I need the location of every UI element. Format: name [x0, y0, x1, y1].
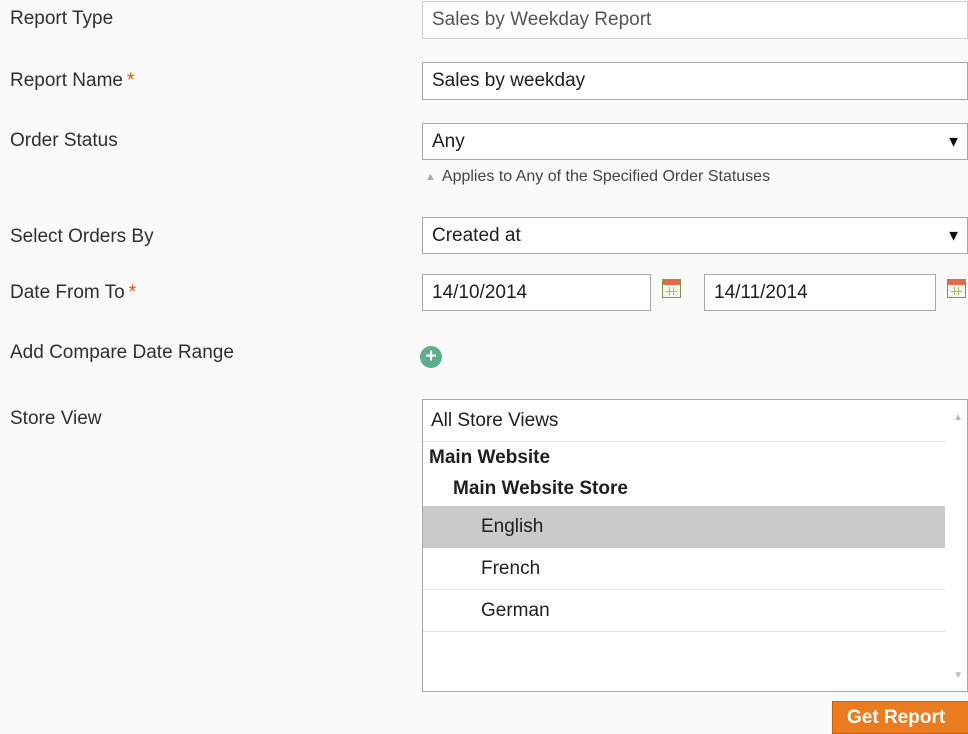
- date-from-value: 14/10/2014: [432, 281, 528, 303]
- store-option-label: German: [481, 599, 550, 621]
- store-group-main-website: Main Website: [423, 443, 945, 473]
- scroll-down-icon[interactable]: ▼: [953, 670, 963, 681]
- date-from-input[interactable]: 14/10/2014: [422, 274, 651, 311]
- report-type-label-text: Report Type: [10, 8, 114, 29]
- select-orders-by-value: Created at: [432, 224, 521, 246]
- store-view-multiselect[interactable]: All Store Views Main Website Main Websit…: [422, 399, 968, 692]
- store-group-label: Main Website Store: [453, 478, 628, 499]
- select-orders-by-select[interactable]: Created at ▼: [422, 217, 968, 254]
- date-to-input[interactable]: 14/11/2014: [704, 274, 936, 311]
- triangle-up-icon: ▲: [425, 171, 436, 183]
- calendar-icon[interactable]: [662, 279, 681, 298]
- order-status-hint-text: Applies to Any of the Specified Order St…: [441, 168, 771, 185]
- report-type-value: Sales by Weekday Report: [432, 9, 652, 30]
- store-option-label: English: [481, 516, 544, 537]
- report-form: Report Type Sales by Weekday Report Repo…: [0, 0, 968, 734]
- report-type-label: Report Type: [10, 8, 113, 30]
- scroll-up-icon[interactable]: ▲: [953, 412, 963, 423]
- select-orders-by-label-text: Select Orders By: [10, 226, 154, 247]
- get-report-button[interactable]: Get Report: [832, 701, 968, 734]
- calendar-icon[interactable]: [947, 279, 966, 298]
- plus-icon: +: [425, 346, 437, 367]
- store-option-french[interactable]: French: [423, 548, 945, 590]
- report-name-input[interactable]: Sales by weekday: [422, 62, 968, 100]
- date-from-to-label-text: Date From To: [10, 282, 125, 303]
- order-status-label-text: Order Status: [10, 130, 118, 151]
- store-option-all[interactable]: All Store Views: [423, 400, 945, 442]
- select-orders-by-label: Select Orders By: [10, 226, 154, 248]
- order-status-hint: ▲ Applies to Any of the Specified Order S…: [425, 168, 770, 186]
- store-view-label-text: Store View: [10, 408, 102, 429]
- date-to-value: 14/11/2014: [714, 281, 808, 303]
- store-option-german[interactable]: German: [423, 590, 945, 632]
- date-from-to-label: Date From To *: [10, 282, 136, 304]
- add-compare-label: Add Compare Date Range: [10, 342, 234, 364]
- report-name-label: Report Name *: [10, 70, 134, 92]
- report-name-label-text: Report Name: [10, 70, 123, 91]
- store-option-label: All Store Views: [431, 409, 559, 431]
- report-name-value: Sales by weekday: [432, 70, 586, 91]
- get-report-label: Get Report: [847, 706, 946, 728]
- store-option-english[interactable]: English: [423, 506, 945, 548]
- chevron-down-icon: ▼: [946, 133, 961, 150]
- order-status-select[interactable]: Any ▼: [422, 123, 968, 160]
- required-mark: *: [128, 282, 137, 303]
- add-compare-button[interactable]: +: [420, 346, 442, 368]
- chevron-down-icon: ▼: [946, 227, 961, 244]
- add-compare-label-text: Add Compare Date Range: [10, 342, 234, 363]
- required-mark: *: [127, 70, 135, 91]
- order-status-value: Any: [432, 130, 465, 152]
- store-option-label: French: [481, 557, 541, 579]
- store-group-main-website-store: Main Website Store: [423, 473, 945, 505]
- order-status-label: Order Status: [10, 130, 118, 152]
- store-group-label: Main Website: [429, 447, 551, 468]
- report-type-field: Sales by Weekday Report: [422, 1, 968, 39]
- store-view-label: Store View: [10, 408, 102, 430]
